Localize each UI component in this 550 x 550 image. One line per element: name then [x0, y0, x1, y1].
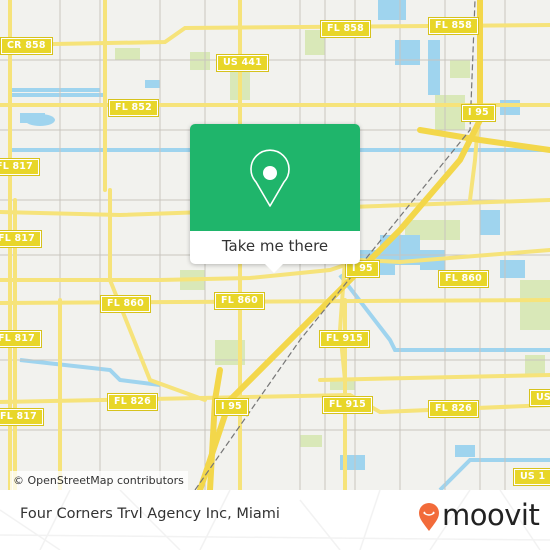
popup-header [190, 124, 360, 231]
road-shield-fl860: FL 860 [438, 270, 489, 288]
popup-pointer [264, 263, 284, 273]
road-shield-us1: US 1 [528, 389, 550, 407]
moovit-wordmark: moovit [442, 498, 540, 532]
map-attribution[interactable]: © OpenStreetMap contributors [10, 471, 188, 490]
road-shield-fl915: FL 915 [322, 396, 373, 414]
location-popup: Take me there [190, 124, 360, 273]
road-shield-us441: US 441 [216, 54, 269, 72]
road-shield-fl826: FL 826 [428, 400, 479, 418]
map-pin-icon [250, 149, 290, 207]
road-shield-fl817: FL 817 [0, 158, 40, 176]
road-shield-i95: I 95 [461, 104, 496, 122]
road-shield-fl915: FL 915 [319, 330, 370, 348]
moovit-pin-icon [419, 503, 439, 531]
road-shield-fl826: FL 826 [107, 393, 158, 411]
road-shield-fl817: FL 817 [0, 408, 44, 426]
road-shield-fl817: FL 817 [0, 330, 42, 348]
road-shield-fl860: FL 860 [100, 295, 151, 313]
road-shield-fl817: FL 817 [0, 230, 42, 248]
road-shield-cr858: CR 858 [0, 37, 53, 55]
footer: Four Corners Trvl Agency Inc, Miami moov… [0, 490, 550, 550]
road-shield-fl852: FL 852 [108, 99, 159, 117]
road-shield-i95: I 95 [214, 398, 249, 416]
map-view[interactable]: CR 858 FL 858 FL 858 US 441 FL 852 I 95 … [0, 0, 550, 490]
road-shield-fl858: FL 858 [428, 17, 479, 35]
road-shield-fl860: FL 860 [214, 292, 265, 310]
place-title: Four Corners Trvl Agency Inc, Miami [20, 506, 280, 522]
road-shield-fl858: FL 858 [320, 20, 371, 38]
road-shield-us1: US 1 [512, 468, 550, 486]
take-me-there-button[interactable]: Take me there [190, 231, 360, 264]
